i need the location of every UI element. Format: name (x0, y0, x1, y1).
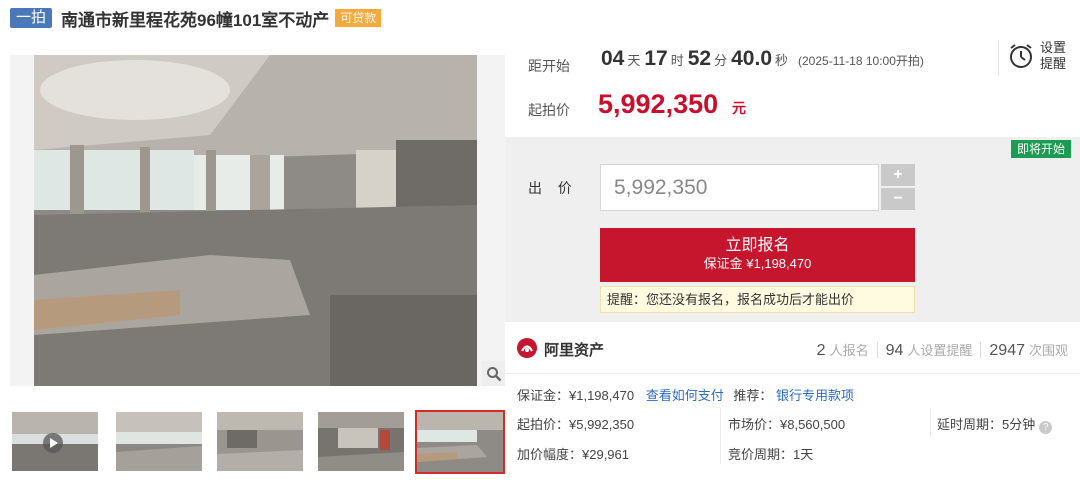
increase-bid-button[interactable]: + (881, 164, 915, 186)
magnifier-icon (486, 366, 501, 381)
ali-assets-logo-icon (517, 338, 537, 358)
countdown-minutes-unit: 分 (714, 53, 728, 68)
signup-count: 2 (816, 342, 826, 359)
register-button[interactable]: 立即报名 保证金 ¥1,198,470 (600, 228, 915, 282)
detail-market-price: 市场价：¥8,560,500 (728, 417, 846, 432)
bank-payment-link[interactable]: 银行专用款项 (776, 388, 854, 403)
divider (505, 373, 1080, 374)
status-badge: 即将开始 (1011, 140, 1072, 158)
divider (720, 408, 721, 464)
loan-available-badge: 可贷款 (335, 9, 382, 27)
countdown-label: 距开始 (528, 58, 570, 74)
help-icon[interactable]: ? (1039, 421, 1053, 434)
auction-stats: 2 人报名 94 人设置提醒 2947 次围观 (817, 340, 1068, 360)
divider (930, 408, 931, 436)
auction-round-tag: 一拍 (10, 8, 53, 28)
thumbnail-4[interactable] (318, 412, 404, 471)
delay-period-row: 延时周期：5分钟? (937, 414, 1053, 434)
countdown-seconds: 40.0 (731, 47, 772, 70)
set-reminder-line1: 设置 (1040, 40, 1067, 55)
thumbnail-2[interactable] (116, 412, 202, 471)
countdown-minutes: 52 (687, 47, 712, 70)
countdown-hours: 17 (644, 47, 668, 70)
countdown-days: 04 (601, 47, 625, 70)
how-to-pay-link[interactable]: 查看如何支付 (646, 388, 724, 403)
thumbnail-5-active[interactable] (415, 410, 505, 474)
view-count: 2947 (989, 342, 1025, 359)
platform-name: 阿里资产 (544, 342, 605, 359)
reminder-label: 人设置提醒 (907, 343, 973, 358)
page-title: 南通市新里程花苑96幢101室不动产 (61, 10, 330, 30)
thumbnail-strip (10, 410, 505, 474)
reminder-count: 94 (885, 342, 904, 359)
deposit-info-row: 保证金：¥1,198,470 查看如何支付 推荐： 银行专用款项 (517, 385, 854, 404)
recommend-label: 推荐： (733, 388, 773, 403)
countdown-timer: 04 天 17 时 52 分 40.0 秒 (2025-11-18 10:00开… (601, 47, 924, 71)
stats-divider (980, 342, 982, 358)
set-reminder-line2: 提醒 (1040, 56, 1067, 71)
main-property-photo[interactable] (10, 55, 505, 386)
title-row: 一拍 南通市新里程花苑96幢101室不动产 可贷款 (10, 7, 382, 30)
countdown-seconds-unit: 秒 (775, 53, 789, 68)
start-price-unit: 元 (732, 100, 746, 116)
bid-label: 出 价 (528, 180, 578, 196)
zoom-button[interactable] (482, 361, 505, 386)
stats-divider (876, 342, 878, 358)
signup-label: 人报名 (829, 343, 869, 358)
start-price-label: 起拍价 (528, 102, 570, 118)
thumbnail-video[interactable] (12, 412, 98, 471)
bid-amount-input[interactable] (600, 164, 879, 211)
divider (998, 40, 999, 76)
view-label: 次围观 (1028, 343, 1068, 358)
detail-bid-period: 竞价周期：1天 (728, 447, 814, 462)
start-price-value: 5,992,350 (598, 89, 719, 119)
deposit-amount: 保证金：¥1,198,470 (517, 388, 635, 403)
thumbnail-3[interactable] (217, 412, 303, 471)
decrease-bid-button[interactable]: − (881, 188, 915, 210)
register-deposit-text: 保证金 ¥1,198,470 (703, 256, 812, 271)
auction-start-time: (2025-11-18 10:00开拍) (798, 54, 924, 68)
detail-increment: 加价幅度：¥29,961 (517, 447, 629, 462)
detail-delay-period: 延时周期：5分钟 (937, 417, 1036, 432)
register-button-label: 立即报名 (725, 237, 790, 254)
alarm-clock-icon[interactable] (1007, 42, 1035, 70)
registration-reminder: 提醒：您还没有报名，报名成功后才能出价 (600, 286, 915, 313)
detail-start-price: 起拍价：¥5,992,350 (517, 417, 635, 432)
countdown-hours-unit: 时 (670, 53, 684, 68)
countdown-days-unit: 天 (627, 53, 641, 68)
set-reminder-link[interactable]: 设置 提醒 (1040, 40, 1070, 72)
